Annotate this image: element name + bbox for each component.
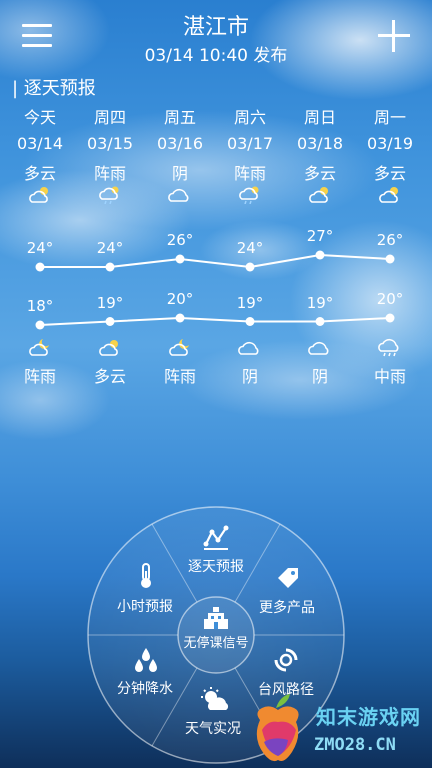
- raindrops-icon: [135, 648, 157, 672]
- trend-icon: [203, 525, 229, 550]
- wheel-label-minute-rain: 分钟降水: [117, 681, 173, 697]
- wheel-center-label: 无停课信号: [183, 636, 249, 651]
- wheel-label-daily: 逐天预报: [188, 559, 244, 575]
- wheel-label-hourly: 小时预报: [117, 599, 173, 615]
- sun-cloud-icon: [201, 687, 229, 710]
- thermometer-icon: [141, 563, 151, 588]
- school-icon: [204, 607, 228, 629]
- watermark-url: ZMO28.CN: [314, 735, 396, 755]
- wheel-label-more: 更多产品: [259, 600, 315, 616]
- typhoon-icon: [274, 648, 298, 672]
- wheel-menu: [87, 506, 345, 764]
- watermark-text: 知末游戏网: [316, 705, 421, 729]
- tag-icon: [278, 568, 298, 588]
